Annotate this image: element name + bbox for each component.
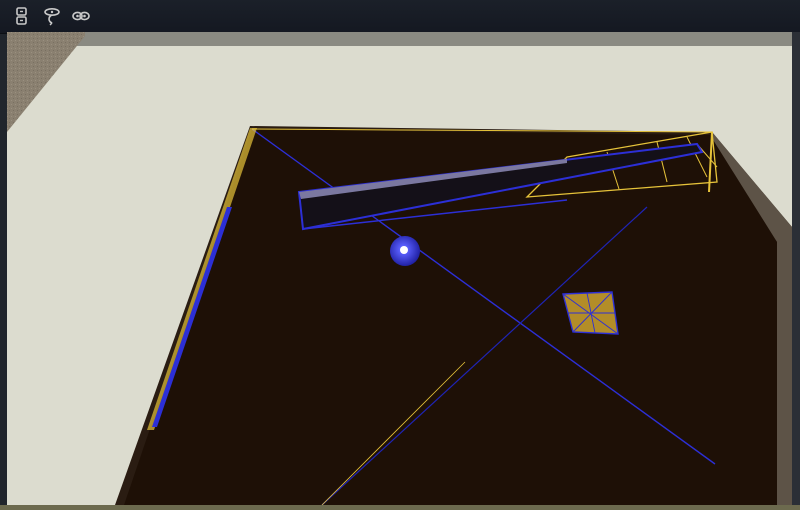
window-right-edge [792, 32, 800, 505]
horizon-strip [7, 32, 792, 46]
stacked-boxes-icon[interactable] [12, 5, 34, 27]
app-window [0, 0, 800, 510]
ball-highlight [400, 246, 408, 254]
3d-viewport[interactable] [7, 32, 792, 505]
loop-link-icon[interactable] [70, 5, 92, 27]
window-bottom-edge [0, 505, 800, 510]
3d-viewport-frame [7, 32, 792, 505]
orbit-arrow-icon[interactable] [41, 5, 63, 27]
toolbar [0, 0, 800, 34]
